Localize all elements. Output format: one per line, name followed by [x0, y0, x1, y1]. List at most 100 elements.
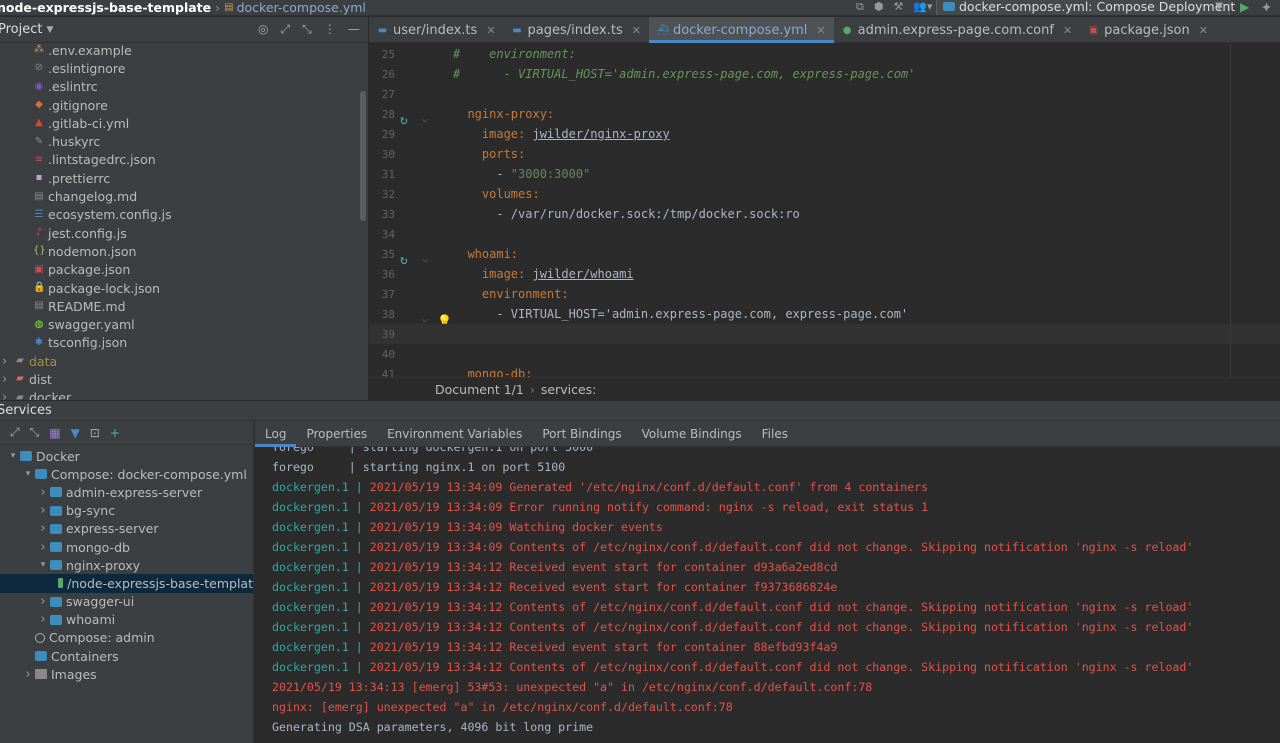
log-prefix: dockergen.1 |: [272, 600, 370, 614]
project-panel-title[interactable]: Project: [0, 22, 42, 37]
breadcrumb-path[interactable]: services:: [541, 382, 597, 397]
service-tree-item[interactable]: ▾ nginx-proxy: [0, 556, 253, 574]
chevron-down-icon[interactable]: ▾: [36, 560, 50, 570]
locate-icon[interactable]: ◎: [258, 22, 268, 37]
chevron-right-icon[interactable]: ›: [2, 390, 14, 400]
log-tab[interactable]: Volume Bindings: [632, 421, 752, 447]
service-tree-item[interactable]: ▾ Docker: [0, 447, 253, 465]
add-service-icon[interactable]: +: [110, 426, 120, 440]
log-tab[interactable]: Environment Variables: [377, 421, 532, 447]
code-content: environment:: [453, 287, 569, 301]
chevron-right-icon[interactable]: ›: [36, 540, 50, 555]
yaml-value[interactable]: jwilder/whoami: [532, 267, 633, 281]
service-tree-item[interactable]: Containers: [0, 647, 253, 665]
file-tree-item[interactable]: ◉ .eslintrc: [0, 78, 368, 96]
collapse-all-icon[interactable]: ⤡: [30, 425, 40, 440]
filter-icon[interactable]: ▼: [71, 426, 80, 440]
users-icon[interactable]: 👥▾: [913, 0, 932, 14]
close-icon[interactable]: ✕: [486, 24, 495, 37]
file-tree-item[interactable]: ▣ package.json: [0, 261, 368, 279]
run-icon[interactable]: ▶: [1240, 0, 1249, 14]
folder-tree-item[interactable]: › ▰ dist: [0, 370, 368, 388]
file-tree-item[interactable]: ◆ .gitignore: [0, 96, 368, 114]
file-tree-item[interactable]: ♪ jest.config.js: [0, 224, 368, 242]
breadcrumb-project[interactable]: node-expressjs-base-template: [0, 0, 211, 15]
service-tree-item[interactable]: Compose: admin: [0, 629, 253, 647]
chevron-right-icon[interactable]: ›: [2, 372, 14, 387]
hide-icon[interactable]: —: [348, 22, 360, 37]
service-tree-item[interactable]: › whoami: [0, 611, 253, 629]
chevron-down-icon[interactable]: ▼: [46, 25, 53, 35]
editor-tab[interactable]: ⛴ docker-compose.yml ✕: [648, 17, 834, 43]
group-icon[interactable]: ▦: [49, 426, 60, 440]
code-line: 29 image: jwilder/nginx-proxy: [369, 124, 1280, 144]
chevron-right-icon[interactable]: ›: [2, 354, 14, 369]
collapse-all-icon[interactable]: ⤡: [302, 22, 312, 37]
close-icon[interactable]: ✕: [1199, 24, 1208, 37]
services-toolbar: ⤢ ⤡ ▦ ▼ ⊡ +: [0, 421, 253, 445]
service-tree-item[interactable]: ▾ Compose: docker-compose.yml: [0, 465, 253, 483]
file-tree-item[interactable]: ≡ .lintstagedrc.json: [0, 151, 368, 169]
file-tree-item[interactable]: ▲ .gitlab-ci.yml: [0, 114, 368, 132]
chevron-right-icon[interactable]: ›: [36, 485, 50, 500]
folder-name: data: [29, 353, 58, 369]
debug-icon[interactable]: ⯌: [1262, 0, 1271, 15]
close-icon[interactable]: ✕: [632, 24, 641, 37]
service-tree-item[interactable]: › bg-sync: [0, 502, 253, 520]
folder-tree-item[interactable]: › ▰ data: [0, 352, 368, 370]
file-tree-item[interactable]: ⊘ .eslintignore: [0, 59, 368, 77]
chevron-right-icon[interactable]: ›: [36, 612, 50, 627]
service-tree-item[interactable]: › swagger-ui: [0, 593, 253, 611]
log-output[interactable]: forego | starting dockergen.1 on port 50…: [255, 447, 1280, 737]
chevron-right-icon[interactable]: ›: [36, 594, 50, 609]
service-tree-item[interactable]: › express-server: [0, 520, 253, 538]
yaml-value[interactable]: jwilder/nginx-proxy: [532, 127, 669, 141]
service-tree-item[interactable]: › Images: [0, 665, 253, 683]
log-tab[interactable]: Properties: [296, 421, 377, 447]
file-tree-item[interactable]: 🔒 package-lock.json: [0, 279, 368, 297]
code-area[interactable]: 25 # environment: 26 # - VIRTUAL_HOST='admi…: [369, 44, 1280, 388]
build-icon[interactable]: ⚒: [893, 0, 903, 14]
chevron-down-icon[interactable]: ▾: [6, 451, 20, 461]
editor-tab[interactable]: ▬ user/index.ts ✕: [369, 17, 504, 43]
file-tree-item[interactable]: ✎ .huskyrc: [0, 132, 368, 150]
file-tree-item[interactable]: ▤ changelog.md: [0, 187, 368, 205]
options-icon[interactable]: ⋮: [324, 22, 336, 37]
new-tab-icon[interactable]: ⊡: [90, 426, 100, 440]
service-tree-item[interactable]: /node-expressjs-base-templat: [0, 574, 253, 593]
close-icon[interactable]: ✕: [816, 24, 825, 37]
container-running-icon: [57, 578, 64, 589]
chevron-down-icon[interactable]: ▾: [21, 469, 35, 479]
run-configuration-select[interactable]: docker-compose.yml: Compose Deployment ▼: [936, 0, 1235, 15]
vcs-icon[interactable]: ⧉: [856, 0, 864, 14]
service-tree-item[interactable]: › admin-express-server: [0, 483, 253, 501]
log-tab[interactable]: Port Bindings: [532, 421, 631, 447]
file-tree-item[interactable]: ▪ .prettierrc: [0, 169, 368, 187]
chevron-right-icon[interactable]: ›: [36, 503, 50, 518]
chevron-right-icon[interactable]: ›: [36, 521, 50, 536]
folder-tree-item[interactable]: › ▰ docker: [0, 389, 368, 400]
log-tab[interactable]: Files: [752, 421, 798, 447]
log-tab[interactable]: Log: [255, 421, 297, 447]
expand-all-icon[interactable]: ⤢: [10, 425, 20, 440]
file-tree-item[interactable]: {} nodemon.json: [0, 242, 368, 260]
file-tree-item[interactable]: ☰ ecosystem.config.js: [0, 206, 368, 224]
chevron-right-icon[interactable]: ›: [21, 667, 35, 682]
file-tree-item[interactable]: ✱ tsconfig.json: [0, 334, 368, 352]
file-tree-item[interactable]: ⁂ .env.example: [0, 41, 368, 59]
editor-tab[interactable]: ● admin.express-page.com.conf ✕: [834, 17, 1081, 43]
editor-tab[interactable]: ▬ pages/index.ts ✕: [504, 17, 649, 43]
breadcrumb-document[interactable]: Document 1/1: [435, 382, 524, 397]
project-scrollbar[interactable]: [360, 91, 366, 221]
close-icon[interactable]: ✕: [1063, 24, 1072, 37]
expand-all-icon[interactable]: ⤢: [280, 22, 290, 37]
services-title[interactable]: Services: [0, 403, 52, 418]
file-tree-item[interactable]: ◍ swagger.yaml: [0, 315, 368, 333]
code-line: 30 ports:: [369, 144, 1280, 164]
file-tree-item[interactable]: ▤ README.md: [0, 297, 368, 315]
hexagon-icon[interactable]: ⬢: [874, 0, 884, 14]
breadcrumb-file[interactable]: docker-compose.yml: [237, 0, 366, 15]
service-tree-item[interactable]: › mongo-db: [0, 538, 253, 556]
editor-tab[interactable]: ▣ package.json ✕: [1080, 17, 1216, 43]
code-line: 40: [369, 344, 1280, 364]
